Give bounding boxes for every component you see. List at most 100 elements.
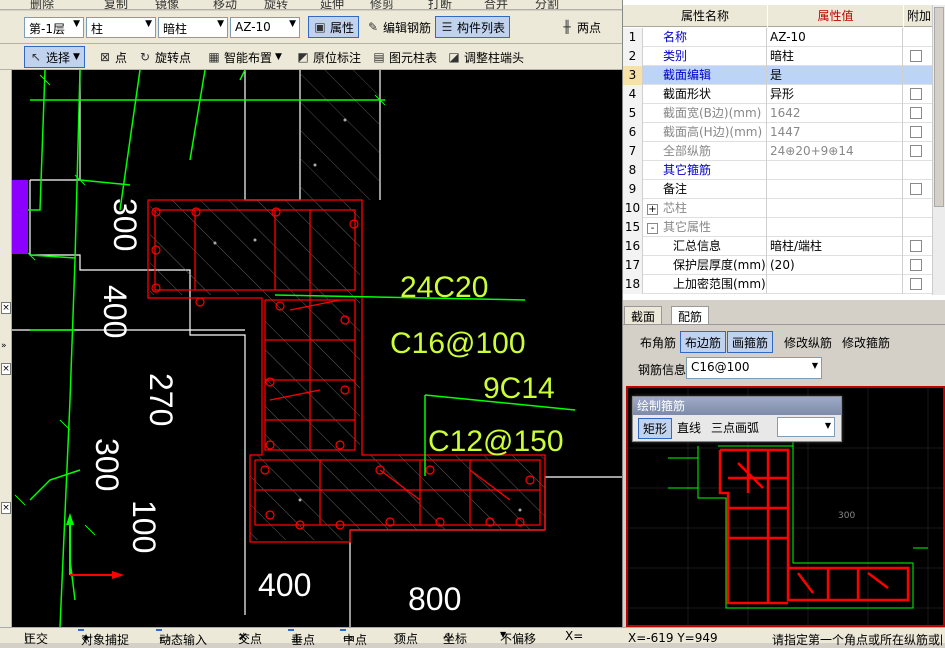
line-button[interactable]: 直线 bbox=[677, 419, 701, 436]
rotate-button[interactable]: 旋转 bbox=[264, 0, 288, 9]
tab-rebar[interactable]: 配筋 bbox=[671, 306, 710, 324]
properties-button[interactable]: ▣ 属性 bbox=[308, 16, 360, 38]
draw-stirrup-button[interactable]: 画箍筋 bbox=[727, 331, 774, 353]
row-number: 3 bbox=[623, 66, 643, 85]
mirror-button[interactable]: 镜像 bbox=[155, 0, 179, 9]
property-row[interactable]: 9 备注 bbox=[623, 180, 945, 199]
expand-toggle[interactable]: + bbox=[643, 199, 662, 218]
extra-checkbox[interactable] bbox=[910, 50, 922, 62]
property-row[interactable]: 2 类别 暗柱 bbox=[623, 47, 945, 66]
property-value[interactable] bbox=[768, 161, 903, 180]
in-place-annotation-button[interactable]: ◩ 原位标注 bbox=[292, 46, 365, 68]
property-value[interactable]: 异形 bbox=[768, 85, 903, 104]
property-value[interactable]: (20) bbox=[768, 256, 903, 275]
close-icon[interactable]: × bbox=[1, 363, 11, 375]
property-row[interactable]: 6 截面高(H边)(mm) 1447 bbox=[623, 123, 945, 142]
property-row[interactable]: 8 其它箍筋 bbox=[623, 161, 945, 180]
component-select[interactable]: AZ-10 ▼ bbox=[230, 17, 300, 38]
scrollbar-thumb[interactable] bbox=[934, 7, 944, 207]
merge-button[interactable]: 合并 bbox=[484, 0, 508, 9]
perpendicular-snap[interactable]: ⊥ 垂点 bbox=[288, 629, 315, 647]
extra-checkbox[interactable] bbox=[910, 183, 922, 195]
midpoint-snap[interactable]: ⊸ 中点 bbox=[340, 629, 367, 647]
smart-layout-button[interactable]: ▦ 智能布置 ▼ bbox=[203, 46, 286, 68]
expand-toggle bbox=[643, 180, 662, 199]
row-number: 10 bbox=[623, 199, 643, 218]
trim-button[interactable]: 修剪 bbox=[370, 0, 394, 9]
property-value[interactable]: 暗柱/端柱 bbox=[768, 237, 903, 256]
edit-rebar-button[interactable]: ✎ 编辑钢筋 bbox=[362, 16, 435, 38]
modify-longitudinal-button[interactable]: 修改纵筋 bbox=[780, 331, 836, 353]
property-row[interactable]: 7 全部纵筋 24⊕20+9⊕14 bbox=[623, 142, 945, 161]
extra-checkbox[interactable] bbox=[910, 145, 922, 157]
rotate-point-button[interactable]: ↻ 旋转点 bbox=[134, 46, 195, 68]
corner-rebar-button[interactable]: 布角筋 bbox=[636, 331, 680, 353]
extra-checkbox[interactable] bbox=[910, 240, 922, 252]
property-row[interactable]: 3 截面编辑是 bbox=[623, 66, 945, 85]
copy-button[interactable]: 复制 bbox=[104, 0, 128, 9]
property-row[interactable]: 16 汇总信息 暗柱/端柱 bbox=[623, 237, 945, 256]
rebar-info-input[interactable]: C16@100 ▼ bbox=[686, 357, 822, 379]
dim-400-bottom: 400 bbox=[258, 567, 311, 603]
extra-cell bbox=[904, 199, 934, 218]
object-snap-toggle[interactable]: ✦ 对象捕捉 bbox=[78, 629, 129, 647]
extra-checkbox[interactable] bbox=[910, 259, 922, 271]
extra-checkbox[interactable] bbox=[910, 88, 922, 100]
expand-toggle bbox=[643, 256, 662, 275]
rebar-info-label: 钢筋信息 bbox=[638, 363, 687, 377]
modify-stirrup-button[interactable]: 修改箍筋 bbox=[838, 331, 894, 353]
property-value[interactable] bbox=[768, 275, 903, 294]
delete-button[interactable]: 删除 bbox=[30, 0, 54, 9]
extra-checkbox[interactable] bbox=[910, 107, 922, 119]
move-button[interactable]: 移动 bbox=[213, 0, 237, 9]
property-row[interactable]: 18 上加密范围(mm) bbox=[623, 275, 945, 294]
property-row[interactable]: 15- 其它属性 bbox=[623, 218, 945, 237]
property-row[interactable]: 4 截面形状 异形 bbox=[623, 85, 945, 104]
drawing-canvas[interactable]: 300 400 270 300 100 400 800 24C20 C16@10… bbox=[12, 70, 622, 627]
extra-cell bbox=[904, 142, 934, 161]
close-icon[interactable]: × bbox=[1, 302, 11, 314]
column-table-button[interactable]: ▤ 图元柱表 bbox=[368, 46, 441, 68]
property-row[interactable]: 1 名称 AZ-10 bbox=[623, 28, 945, 47]
property-row[interactable]: 5 截面宽(B边)(mm) 1642 bbox=[623, 104, 945, 123]
property-value[interactable]: 24⊕20+9⊕14 bbox=[768, 142, 903, 161]
property-value[interactable]: 1642 bbox=[768, 104, 903, 123]
property-value[interactable] bbox=[768, 180, 903, 199]
property-row[interactable]: 17 保护层厚度(mm) (20) bbox=[623, 256, 945, 275]
floor-select[interactable]: 第-1层 ▼ bbox=[24, 17, 84, 38]
property-value[interactable] bbox=[768, 199, 903, 218]
left-side-panel-strip[interactable]: × » × × bbox=[0, 70, 12, 627]
adjust-column-end-button[interactable]: ◪ 调整柱端头 bbox=[443, 46, 528, 68]
two-point-button[interactable]: ╫ 两点 bbox=[556, 16, 605, 38]
rectangle-button[interactable]: 矩形 bbox=[638, 418, 673, 439]
expand-icon[interactable]: » bbox=[1, 341, 7, 351]
extra-checkbox[interactable] bbox=[910, 278, 922, 290]
point-button[interactable]: ⊠ 点 bbox=[94, 46, 131, 68]
expand-toggle[interactable]: - bbox=[643, 218, 662, 237]
extend-button[interactable]: 延伸 bbox=[320, 0, 344, 9]
chevron-down-icon: ▼ bbox=[217, 19, 224, 29]
selected-element bbox=[12, 180, 28, 254]
split-button[interactable]: 分割 bbox=[535, 0, 559, 9]
component-list-button[interactable]: ☰ 构件列表 bbox=[435, 16, 511, 38]
select-button[interactable]: ↖ 选择 ▼ bbox=[24, 46, 85, 68]
property-value[interactable]: 暗柱 bbox=[768, 47, 903, 66]
category-select[interactable]: 柱 ▼ bbox=[86, 17, 156, 38]
property-value[interactable]: AZ-10 bbox=[768, 28, 903, 47]
dynamic-input-toggle[interactable]: ▭ 动态输入 bbox=[156, 629, 207, 647]
property-value[interactable] bbox=[768, 218, 903, 237]
extra-checkbox[interactable] bbox=[910, 126, 922, 138]
property-value[interactable]: 1447 bbox=[768, 123, 903, 142]
snap-status-bar: ⊢ 正交 ✦ 对象捕捉 ▭ 动态输入 ✕ 交点 ⊥ 垂点 ⊸ 中点 ◇ 顶点 ⊹ 坐标 不偏… bbox=[0, 627, 622, 647]
chevron-down-icon: ▼ bbox=[73, 52, 80, 62]
break-button[interactable]: 打断 bbox=[428, 0, 452, 9]
tab-section[interactable]: 截面 bbox=[624, 306, 663, 324]
three-point-arc-button[interactable]: 三点画弧 bbox=[711, 419, 759, 436]
close-icon[interactable]: × bbox=[1, 502, 11, 514]
type-select[interactable]: 暗柱 ▼ bbox=[158, 17, 228, 38]
edge-rebar-button[interactable]: 布边筋 bbox=[680, 331, 727, 353]
property-value[interactable]: 是 bbox=[768, 66, 903, 85]
property-row[interactable]: 10 + 芯柱 bbox=[623, 199, 945, 218]
arc-option-select[interactable]: ▼ bbox=[777, 417, 835, 437]
property-scrollbar[interactable] bbox=[932, 5, 945, 295]
